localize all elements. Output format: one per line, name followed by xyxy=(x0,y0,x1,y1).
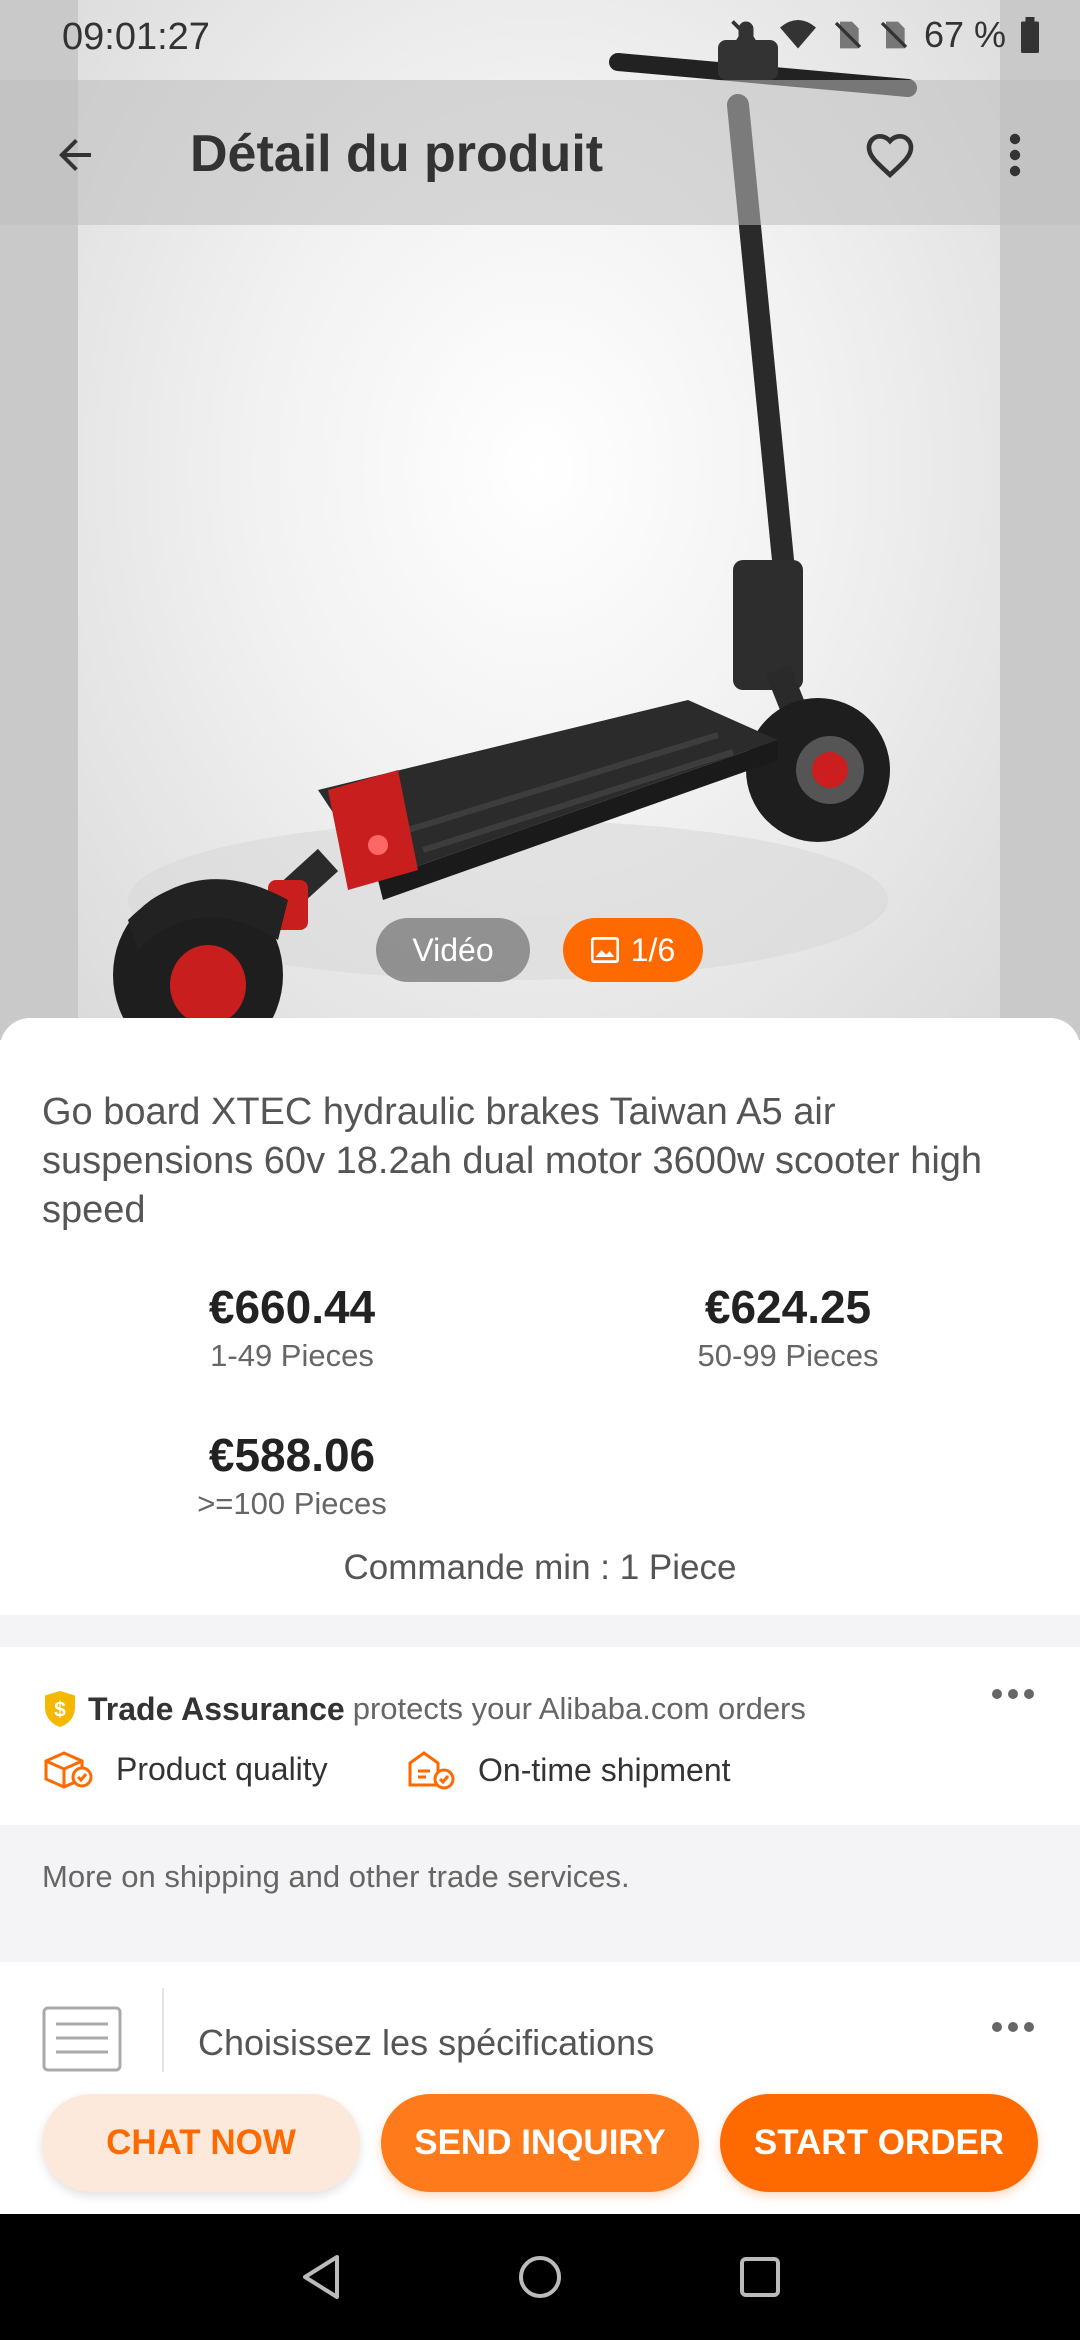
shipment-box-icon xyxy=(408,1751,455,1790)
list-icon xyxy=(42,2006,122,2072)
system-nav-bar xyxy=(0,2214,1080,2340)
price-range: >=100 Pieces xyxy=(197,1486,387,1521)
heart-icon xyxy=(866,133,914,178)
trade-assurance-brand: Trade Assurance xyxy=(88,1690,345,1727)
specifications-more-button[interactable] xyxy=(990,2020,1040,2060)
trade-assurance-more-button[interactable] xyxy=(990,1687,1040,1727)
trade-assurance-text: protects your Alibaba.com orders xyxy=(352,1691,806,1726)
square-recents-icon xyxy=(740,2257,780,2297)
min-order: Commande min : 1 Piece xyxy=(343,1548,737,1587)
video-button[interactable]: Vidéo xyxy=(376,918,530,982)
product-title: Go board XTEC hydraulic brakes Taiwan A5… xyxy=(42,1091,983,1231)
trade-assurance-section[interactable]: $ Trade Assurance protects your Alibaba.… xyxy=(0,1647,1080,1825)
shipping-services-link[interactable]: More on shipping and other trade service… xyxy=(0,1825,1080,1930)
trade-assurance-line: $ Trade Assurance protects your Alibaba.… xyxy=(42,1689,806,1729)
image-counter-button[interactable]: 1/6 xyxy=(563,918,703,982)
arrow-left-icon xyxy=(59,139,91,171)
more-options-button[interactable] xyxy=(990,120,1040,190)
quality-box-icon xyxy=(44,1751,93,1789)
status-time: 09:01:27 xyxy=(62,16,210,58)
chat-now-button[interactable]: CHAT NOW xyxy=(42,2094,360,2192)
battery-percent: 67 % xyxy=(923,14,1006,55)
price-tier: €660.44 1-49 Pieces xyxy=(152,1280,432,1374)
more-horizontal-icon xyxy=(992,2022,1034,2032)
circle-home-icon xyxy=(519,2256,561,2298)
wifi-icon xyxy=(779,20,816,49)
nav-back-button[interactable] xyxy=(288,2244,354,2310)
video-label: Vidéo xyxy=(412,931,494,968)
nav-home-button[interactable] xyxy=(507,2244,573,2310)
start-order-button[interactable]: START ORDER xyxy=(720,2094,1038,2192)
more-vertical-icon xyxy=(1009,133,1021,177)
no-sim-icon xyxy=(834,21,862,49)
triangle-back-icon xyxy=(303,2255,339,2299)
svg-text:$: $ xyxy=(54,1699,66,1722)
product-info-card: Go board XTEC hydraulic brakes Taiwan A5… xyxy=(0,1018,1080,1618)
page-title: Détail du produit xyxy=(190,125,604,183)
image-icon xyxy=(590,937,619,963)
action-bar: CHAT NOW SEND INQUIRY START ORDER xyxy=(0,2072,1080,2214)
status-bar: 09:01:27 67 % xyxy=(0,0,1080,80)
mute-icon xyxy=(731,20,761,50)
image-counter: 1/6 xyxy=(630,931,676,968)
nav-recents-button[interactable] xyxy=(727,2244,793,2310)
toolbar: Détail du produit xyxy=(0,80,1080,225)
feature-product-quality: Product quality xyxy=(42,1749,328,1789)
price-value: €624.25 xyxy=(704,1281,872,1333)
shipping-text: More on shipping and other trade service… xyxy=(42,1859,630,1894)
feature-label: On-time shipment xyxy=(478,1751,731,1788)
specifications-label: Choisissez les spécifications xyxy=(198,2022,655,2063)
back-button[interactable] xyxy=(40,120,110,190)
price-value: €660.44 xyxy=(208,1281,376,1333)
price-range: 50-99 Pieces xyxy=(697,1338,879,1373)
more-horizontal-icon xyxy=(992,1689,1034,1699)
status-icons: 67 % xyxy=(728,14,1040,56)
price-tier: €588.06 >=100 Pieces xyxy=(152,1428,432,1522)
send-inquiry-button[interactable]: SEND INQUIRY xyxy=(381,2094,699,2192)
price-value: €588.06 xyxy=(208,1429,376,1481)
favorite-button[interactable] xyxy=(855,120,925,190)
feature-on-time-shipment: On-time shipment xyxy=(404,1749,731,1791)
section-divider xyxy=(0,1615,1080,1647)
feature-label: Product quality xyxy=(116,1750,328,1787)
choose-specifications-row[interactable]: Choisissez les spécifications xyxy=(0,1962,1080,2072)
divider xyxy=(162,1988,164,2072)
battery-icon xyxy=(1021,17,1039,53)
section-divider xyxy=(0,1930,1080,1962)
no-sim-icon-2 xyxy=(880,21,908,49)
price-tier: €624.25 50-99 Pieces xyxy=(648,1280,928,1374)
shield-dollar-icon: $ xyxy=(45,1691,75,1727)
price-range: 1-49 Pieces xyxy=(210,1338,374,1373)
